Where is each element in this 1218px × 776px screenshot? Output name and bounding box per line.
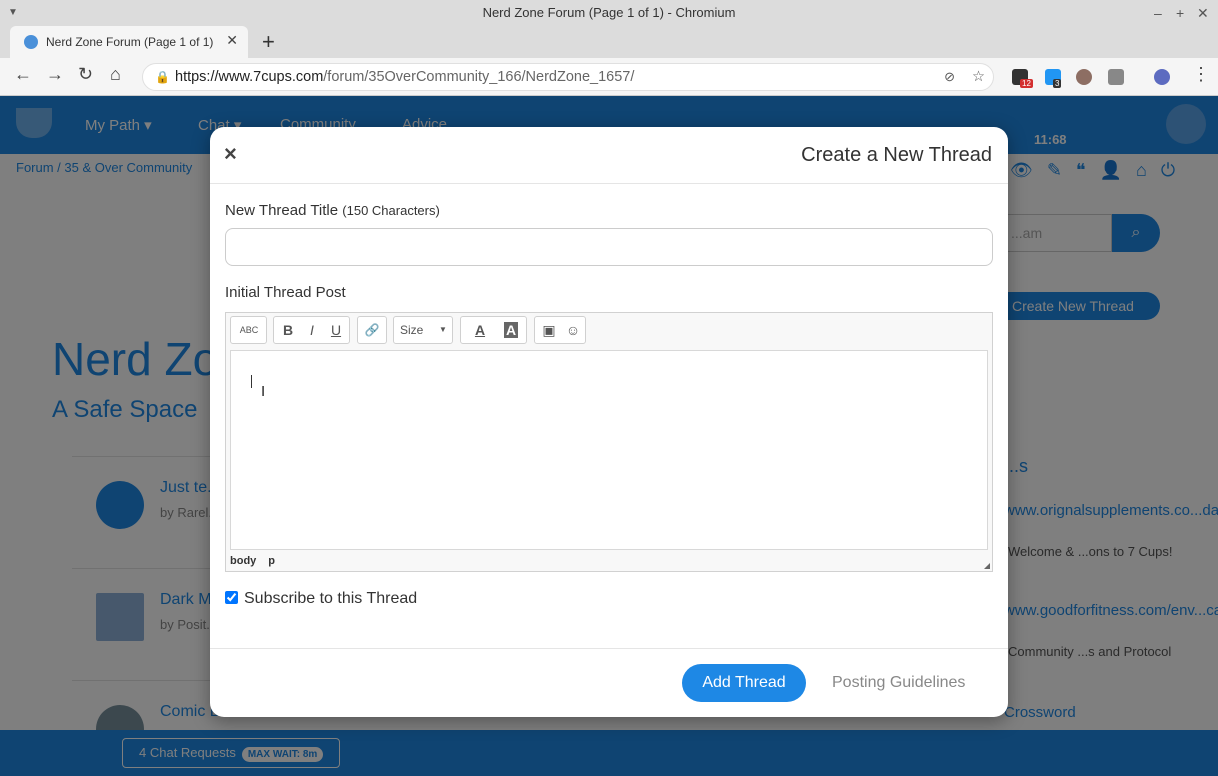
bookmark-star-icon[interactable]: ☆ [972, 64, 985, 90]
link-icon[interactable]: 🔗 [360, 317, 384, 343]
blocked-content-icon[interactable]: ⊘ [944, 64, 955, 90]
underline-button[interactable]: U [324, 317, 348, 343]
address-bar[interactable]: 🔒 https://www.7cups.com/forum/35OverComm… [142, 63, 994, 91]
url-text: https://www.7cups.com/forum/35OverCommun… [175, 69, 635, 85]
element-path: body p [230, 555, 287, 567]
thread-title-input[interactable] [225, 228, 993, 266]
create-thread-modal: × Create a New Thread New Thread Title (… [210, 127, 1008, 717]
format-group: B I U [273, 316, 350, 344]
post-label: Initial Thread Post [225, 284, 346, 301]
close-window-icon[interactable]: ✕ [1197, 0, 1209, 26]
thread-title-label: New Thread Title (150 Characters) [225, 202, 440, 219]
bg-color-button[interactable]: A [497, 317, 525, 343]
rich-text-editor: ABC B I U 🔗 Size ▼ A A ▣ ☺ I body p [225, 312, 993, 572]
forward-icon[interactable]: → [46, 64, 64, 85]
window-titlebar: ▼ Nerd Zone Forum (Page 1 of 1) - Chromi… [0, 0, 1218, 26]
path-body[interactable]: body [230, 555, 256, 567]
emoji-icon[interactable]: ☺ [561, 317, 585, 343]
maximize-icon[interactable]: + [1176, 0, 1184, 26]
extension-badge: 12 [1020, 79, 1033, 88]
window-title: Nerd Zone Forum (Page 1 of 1) - Chromium [482, 5, 736, 20]
insert-group: ▣ ☺ [534, 316, 586, 344]
italic-button[interactable]: I [300, 317, 324, 343]
bold-button[interactable]: B [276, 317, 300, 343]
modal-header: × Create a New Thread [210, 127, 1008, 184]
new-tab-icon[interactable]: + [262, 29, 275, 55]
image-icon[interactable]: ▣ [537, 317, 561, 343]
size-label: Size [400, 323, 424, 337]
resize-handle-icon[interactable] [984, 563, 990, 569]
profile-avatar-icon[interactable] [1154, 69, 1170, 85]
size-dropdown[interactable]: Size ▼ [393, 316, 453, 344]
spellcheck-dropdown[interactable]: ABC [230, 316, 267, 344]
browser-tab[interactable]: Nerd Zone Forum (Page 1 of 1) ✕ [10, 26, 248, 58]
spellcheck-icon[interactable]: ABC [233, 317, 265, 343]
browser-toolbar: ← → ↻ ⌂ 🔒 https://www.7cups.com/forum/35… [0, 58, 1218, 96]
cookie-extension-icon[interactable] [1076, 69, 1092, 85]
home-icon[interactable]: ⌂ [110, 64, 121, 85]
tab-strip: Nerd Zone Forum (Page 1 of 1) ✕ + [0, 26, 1218, 58]
thread-title-hint: (150 Characters) [342, 203, 440, 218]
text-caret [251, 375, 252, 388]
path-p[interactable]: p [268, 555, 275, 567]
reading-list-icon[interactable] [1108, 69, 1124, 85]
subscribe-label: Subscribe to this Thread [244, 590, 418, 607]
chevron-down-icon: ▼ [439, 325, 447, 334]
subscribe-option[interactable]: Subscribe to this Thread [225, 590, 417, 608]
modal-footer: Add Thread Posting Guidelines [210, 648, 1008, 717]
font-color-button[interactable]: A [465, 317, 495, 343]
modal-title: Create a New Thread [801, 144, 992, 166]
subscribe-checkbox[interactable] [225, 591, 238, 604]
ibeam-cursor-icon: I [261, 383, 266, 400]
extension-badge: 3 [1053, 79, 1062, 88]
reload-icon[interactable]: ↻ [78, 64, 93, 85]
back-icon[interactable]: ← [14, 64, 32, 85]
close-icon[interactable]: × [224, 143, 237, 165]
tab-close-icon[interactable]: ✕ [226, 32, 238, 49]
browser-menu-icon[interactable]: ⋮ [1192, 64, 1210, 85]
color-group: A A [460, 316, 527, 344]
tab-title: Nerd Zone Forum (Page 1 of 1) [46, 35, 214, 49]
minimize-icon[interactable]: – [1154, 0, 1162, 26]
add-thread-button[interactable]: Add Thread [682, 664, 806, 702]
window-menu-icon[interactable]: ▼ [8, 0, 18, 26]
tab-favicon-icon [24, 35, 38, 49]
lock-icon: 🔒 [155, 70, 170, 84]
link-group: 🔗 [357, 316, 387, 344]
posting-guidelines-link[interactable]: Posting Guidelines [832, 674, 965, 692]
post-body-editor[interactable]: I [230, 350, 988, 550]
